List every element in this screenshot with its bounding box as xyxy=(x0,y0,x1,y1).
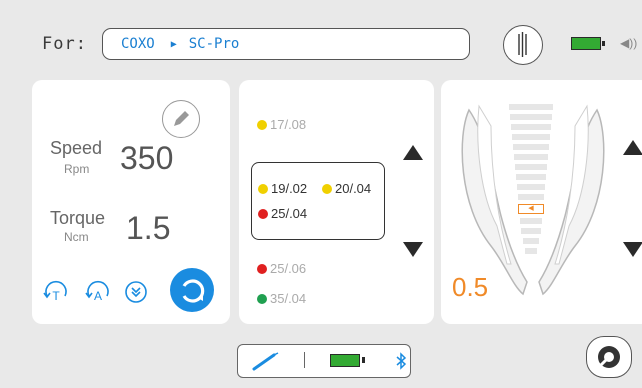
file-item: 25/.04 xyxy=(258,206,307,221)
file-color-dot xyxy=(322,184,332,194)
file-system-button[interactable] xyxy=(503,25,543,65)
brand-label: COXO xyxy=(121,36,155,52)
status-divider xyxy=(304,352,305,368)
model-label: SC-Pro xyxy=(188,36,240,52)
clockwise-rotation-icon xyxy=(182,279,205,303)
file-scroll-down-arrow[interactable] xyxy=(403,242,423,257)
apex-up-arrow[interactable] xyxy=(623,140,642,155)
apex-marker-icon: ◀ xyxy=(518,204,544,214)
auto-reverse-icon: A xyxy=(85,280,109,303)
edit-button[interactable] xyxy=(162,100,200,138)
apex-value: 0.5 xyxy=(452,272,489,302)
speed-value[interactable]: 350 xyxy=(120,140,173,177)
rotation-direction-button[interactable] xyxy=(170,268,214,312)
file-color-dot xyxy=(257,120,267,130)
file-list-card: 17/.08 19/.02 20/.04 25/.04 25/.06 35/.0… xyxy=(239,80,434,324)
selected-file-sequence[interactable]: 19/.02 20/.04 25/.04 xyxy=(251,162,385,240)
file-color-dot xyxy=(257,264,267,274)
apex-down-arrow[interactable] xyxy=(623,242,642,257)
handpiece-icon xyxy=(252,352,279,371)
for-label: For: xyxy=(42,34,87,54)
file-scroll-up-arrow[interactable] xyxy=(403,145,423,160)
battery-tip xyxy=(362,357,365,363)
file-item-above[interactable]: 17/.08 xyxy=(257,117,306,132)
file-item: 19/.02 xyxy=(258,181,307,196)
svg-text:T: T xyxy=(52,289,60,303)
volume-icon[interactable]: ◀)) xyxy=(620,36,637,50)
apex-locator-card: ◀ 0.5 xyxy=(441,80,642,324)
separator-arrow: ▶ xyxy=(170,38,177,50)
torque-value[interactable]: 1.5 xyxy=(126,210,170,247)
file-item: 20/.04 xyxy=(322,181,371,196)
speed-label: Speed xyxy=(50,138,103,158)
battery-icon xyxy=(330,354,360,367)
settings-card: Speed Rpm 350 Torque Ncm 1.5 T A xyxy=(32,80,230,324)
gear-wrench-icon xyxy=(598,346,620,368)
battery-icon xyxy=(571,37,605,50)
device-selector[interactable]: COXO ▶ SC-Pro xyxy=(102,28,470,60)
torque-reverse-icon: T xyxy=(43,280,67,303)
auto-mode-button[interactable]: A xyxy=(84,278,112,306)
settings-button[interactable] xyxy=(586,336,632,378)
bluetooth-icon xyxy=(396,352,407,370)
file-color-dot xyxy=(257,294,267,304)
speed-unit: Rpm xyxy=(64,162,90,176)
apex-progress-scale: ◀ xyxy=(507,102,555,302)
files-icon xyxy=(518,32,527,57)
apical-stop-button[interactable] xyxy=(124,280,148,304)
file-item-below[interactable]: 35/.04 xyxy=(257,291,306,306)
file-color-dot xyxy=(258,184,268,194)
status-bar xyxy=(237,344,411,378)
pencil-icon xyxy=(174,111,189,126)
torque-unit: Ncm xyxy=(64,230,89,244)
apical-stop-icon xyxy=(125,281,147,303)
torque-mode-button[interactable]: T xyxy=(42,278,70,306)
file-item-below[interactable]: 25/.06 xyxy=(257,261,306,276)
torque-label: Torque xyxy=(50,208,106,228)
svg-text:A: A xyxy=(94,289,102,303)
file-color-dot xyxy=(258,209,268,219)
